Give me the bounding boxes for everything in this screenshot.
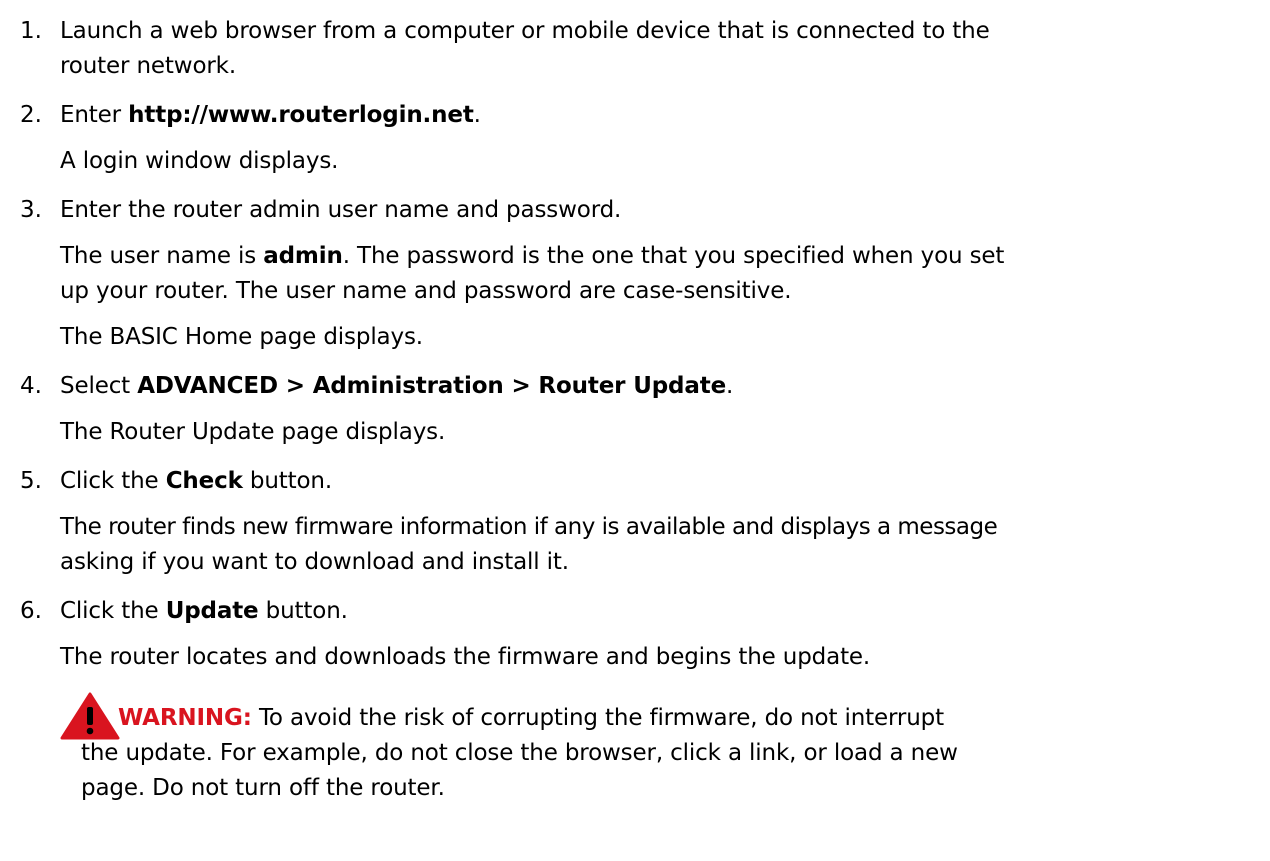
step-1-text-line-1: Launch a web browser from a computer or … xyxy=(60,18,990,44)
check-button-name: Check xyxy=(165,468,243,494)
router-login-url: http://www.routerlogin.net xyxy=(128,102,474,128)
step-4-text: Select ADVANCED > Administration > Route… xyxy=(60,370,733,403)
step-1-number: 1. xyxy=(20,18,42,44)
step-3-number: 3. xyxy=(20,197,42,223)
step-6-result: The router locates and downloads the fir… xyxy=(60,644,871,670)
step-3-text: Enter the router admin user name and pas… xyxy=(60,197,622,223)
step-4-prefix: Select xyxy=(60,373,138,399)
warning-line-3: page. Do not turn off the router. xyxy=(81,775,445,801)
step-6-suffix: button. xyxy=(258,598,348,624)
step-5-suffix: button. xyxy=(242,468,333,494)
step-3-detail-line-2: up your router. The user name and passwo… xyxy=(60,278,792,304)
step-3-result: The BASIC Home page displays. xyxy=(60,324,423,350)
step-3-detail-line-1: The user name is admin. The password is … xyxy=(60,240,1004,273)
step-3-detail-suffix: . The password is the one that you speci… xyxy=(342,243,1005,269)
step-2-result: A login window displays. xyxy=(60,148,339,174)
menu-path: ADVANCED > Administration > Router Updat… xyxy=(137,373,727,399)
step-4-suffix: . xyxy=(726,373,734,399)
warning-label: WARNING: xyxy=(118,705,252,731)
step-6-text: Click the Update button. xyxy=(60,595,348,628)
warning-line-1: WARNING: To avoid the risk of corrupting… xyxy=(118,702,944,735)
step-2-suffix: . xyxy=(473,102,481,128)
step-2-number: 2. xyxy=(20,102,42,128)
warning-line-2: the update. For example, do not close th… xyxy=(81,740,958,766)
step-4-result: The Router Update page displays. xyxy=(60,419,446,445)
step-2-prefix: Enter xyxy=(60,102,129,128)
update-button-name: Update xyxy=(165,598,259,624)
step-1-text-line-2: router network. xyxy=(60,53,237,79)
step-5-result-line-1: The router finds new firmware informatio… xyxy=(60,514,998,540)
admin-username: admin xyxy=(263,243,343,269)
step-5-prefix: Click the xyxy=(60,468,166,494)
step-3-detail-prefix: The user name is xyxy=(60,243,264,269)
step-5-result-line-2: asking if you want to download and insta… xyxy=(60,549,569,575)
warning-triangle-icon xyxy=(60,692,120,740)
step-6-prefix: Click the xyxy=(60,598,166,624)
step-6-number: 6. xyxy=(20,598,42,624)
step-5-text: Click the Check button. xyxy=(60,465,332,498)
step-2-text: Enter http://www.routerlogin.net. xyxy=(60,99,481,132)
step-5-number: 5. xyxy=(20,468,42,494)
step-4-number: 4. xyxy=(20,373,42,399)
instructions-document: 1. Launch a web browser from a computer … xyxy=(0,0,1270,861)
warning-text-1: To avoid the risk of corrupting the firm… xyxy=(251,705,944,731)
